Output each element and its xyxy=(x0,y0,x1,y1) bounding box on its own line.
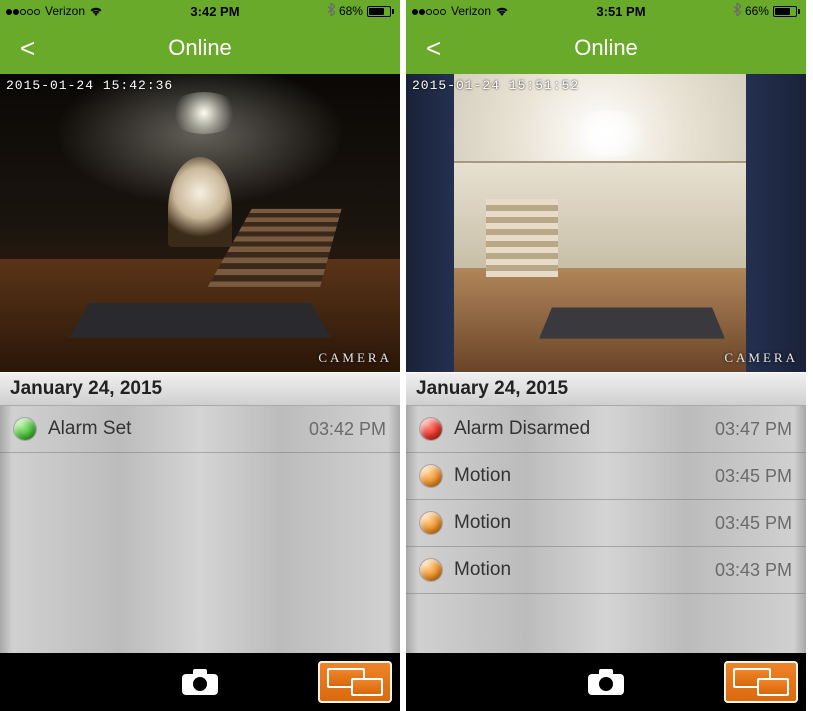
event-status-dot xyxy=(420,512,442,534)
event-time: 03:43 PM xyxy=(715,560,792,581)
event-label: Motion xyxy=(454,465,715,487)
camera-video-feed[interactable]: 2015-01-24 15:51:52 CAMERA xyxy=(406,74,806,372)
events-list[interactable]: Alarm Set 03:42 PM xyxy=(0,406,400,653)
nav-title: Online xyxy=(406,35,806,61)
event-time: 03:45 PM xyxy=(715,466,792,487)
status-bar: Verizon 3:51 PM 66% xyxy=(406,0,806,22)
event-label: Alarm Disarmed xyxy=(454,418,715,440)
snapshot-button[interactable] xyxy=(180,667,220,697)
carrier-label: Verizon xyxy=(451,4,491,18)
wifi-icon xyxy=(89,6,103,17)
event-label: Alarm Set xyxy=(48,418,309,440)
bottom-toolbar xyxy=(0,653,400,711)
video-timestamp-overlay: 2015-01-24 15:42:36 xyxy=(6,78,173,93)
phone-screen-left: Verizon 3:42 PM 68% < Online xyxy=(0,0,400,711)
battery-pct: 68% xyxy=(339,4,363,18)
event-row[interactable]: Motion 03:45 PM xyxy=(406,453,806,500)
camera-scene xyxy=(406,74,806,372)
logo-icon xyxy=(724,661,798,703)
camera-video-feed[interactable]: 2015-01-24 15:42:36 CAMERA xyxy=(0,74,400,372)
video-timestamp-overlay: 2015-01-24 15:51:52 xyxy=(412,78,579,93)
event-status-dot xyxy=(420,559,442,581)
app-logo-button[interactable] xyxy=(318,661,392,703)
app-logo-button[interactable] xyxy=(724,661,798,703)
event-row[interactable]: Alarm Set 03:42 PM xyxy=(0,406,400,453)
status-time: 3:42 PM xyxy=(190,4,239,19)
event-label: Motion xyxy=(454,512,715,534)
event-time: 03:47 PM xyxy=(715,419,792,440)
status-time: 3:51 PM xyxy=(596,4,645,19)
video-camera-label: CAMERA xyxy=(724,350,798,366)
status-bar: Verizon 3:42 PM 68% xyxy=(0,0,400,22)
back-button[interactable]: < xyxy=(10,31,45,65)
event-time: 03:42 PM xyxy=(309,419,386,440)
event-row[interactable]: Motion 03:45 PM xyxy=(406,500,806,547)
snapshot-button[interactable] xyxy=(586,667,626,697)
battery-icon xyxy=(773,6,800,17)
event-label: Motion xyxy=(454,559,715,581)
camera-scene xyxy=(0,74,400,372)
nav-title: Online xyxy=(0,35,400,61)
nav-bar: < Online xyxy=(406,22,806,74)
event-row[interactable]: Motion 03:43 PM xyxy=(406,547,806,594)
logo-icon xyxy=(318,661,392,703)
bluetooth-icon xyxy=(733,3,741,19)
battery-icon xyxy=(367,6,394,17)
events-date-header: January 24, 2015 xyxy=(406,372,806,406)
event-time: 03:45 PM xyxy=(715,513,792,534)
bottom-toolbar xyxy=(406,653,806,711)
bluetooth-icon xyxy=(327,3,335,19)
event-status-dot xyxy=(420,465,442,487)
video-camera-label: CAMERA xyxy=(318,350,392,366)
event-status-dot xyxy=(14,418,36,440)
event-status-dot xyxy=(420,418,442,440)
screenshot-pair: Verizon 3:42 PM 68% < Online xyxy=(0,0,813,711)
events-list[interactable]: Alarm Disarmed 03:47 PM Motion 03:45 PM … xyxy=(406,406,806,653)
events-date-header: January 24, 2015 xyxy=(0,372,400,406)
wifi-icon xyxy=(495,6,509,17)
carrier-label: Verizon xyxy=(45,4,85,18)
back-button[interactable]: < xyxy=(416,31,451,65)
signal-dots-icon xyxy=(6,4,41,18)
battery-pct: 66% xyxy=(745,4,769,18)
nav-bar: < Online xyxy=(0,22,400,74)
phone-screen-right: Verizon 3:51 PM 66% < Online xyxy=(406,0,806,711)
signal-dots-icon xyxy=(412,4,447,18)
event-row[interactable]: Alarm Disarmed 03:47 PM xyxy=(406,406,806,453)
